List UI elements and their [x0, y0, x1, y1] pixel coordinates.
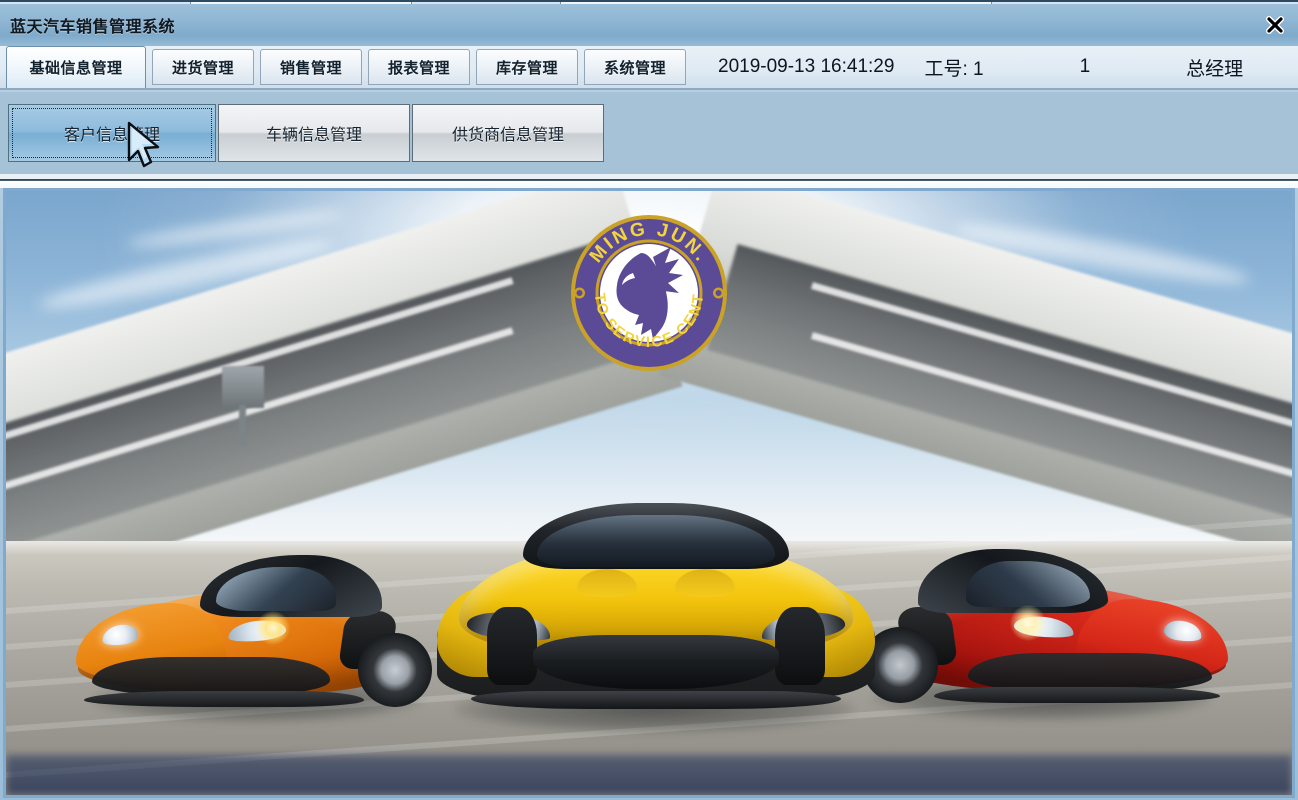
company-logo: MING JUN. AUTO SERVICE CENTER [562, 200, 729, 373]
main-content-panel: REL obil [3, 188, 1295, 798]
user-id: 1 [1079, 56, 1091, 77]
tab-label: 进货管理 [171, 59, 234, 77]
current-datetime: 2019-09-13 16:41:29 [718, 56, 895, 77]
close-icon [1264, 14, 1286, 36]
tab-sales[interactable]: 销售管理 [260, 49, 362, 85]
tab-label: 报表管理 [387, 59, 450, 77]
button-label: 供货商信息管理 [451, 127, 564, 144]
tab-label: 基础信息管理 [29, 60, 123, 77]
orange-sports-car [76, 528, 438, 713]
button-label: 客户信息管理 [63, 127, 160, 144]
tab-inventory[interactable]: 库存管理 [476, 49, 578, 85]
user-role: 总经理 [1186, 58, 1244, 80]
title-bar: 蓝天汽车销售管理系统 [0, 4, 1298, 46]
tab-label: 销售管理 [279, 59, 342, 77]
tab-purchase[interactable]: 进货管理 [152, 49, 254, 85]
hero-background-image: REL obil [6, 191, 1292, 795]
track-kerb [6, 755, 1292, 795]
toolbar-divider [0, 174, 1298, 188]
tab-basic-info[interactable]: 基础信息管理 [6, 46, 146, 88]
module-button-bar: 客户信息管理 车辆信息管理 供货商信息管理 [0, 92, 1298, 174]
tab-label: 库存管理 [495, 59, 558, 77]
window-title: 蓝天汽车销售管理系统 [10, 19, 176, 36]
application-window: 蓝天汽车销售管理系统 基础信息管理 进货管理 销售管理 报表管理 库存管理 系统… [0, 0, 1298, 800]
light-tower-mast [239, 405, 246, 445]
vehicle-info-management-button[interactable]: 车辆信息管理 [218, 104, 410, 162]
tab-label: 系统管理 [603, 59, 666, 77]
main-tab-strip: 基础信息管理 进货管理 销售管理 报表管理 库存管理 系统管理 2019-09-… [0, 46, 1298, 90]
supplier-info-management-button[interactable]: 供货商信息管理 [412, 104, 604, 162]
session-info-bar: 2019-09-13 16:41:29 工号: 1 1 总经理 [718, 46, 1243, 88]
tab-reports[interactable]: 报表管理 [368, 49, 470, 85]
customer-info-management-button[interactable]: 客户信息管理 [8, 104, 216, 162]
tab-system[interactable]: 系统管理 [584, 49, 686, 85]
close-button[interactable] [1260, 11, 1290, 39]
employee-number: 工号: 1 [924, 58, 984, 80]
yellow-sports-car [437, 493, 875, 719]
button-label: 车辆信息管理 [265, 127, 362, 144]
light-tower [222, 366, 264, 408]
red-sports-car [854, 519, 1228, 709]
